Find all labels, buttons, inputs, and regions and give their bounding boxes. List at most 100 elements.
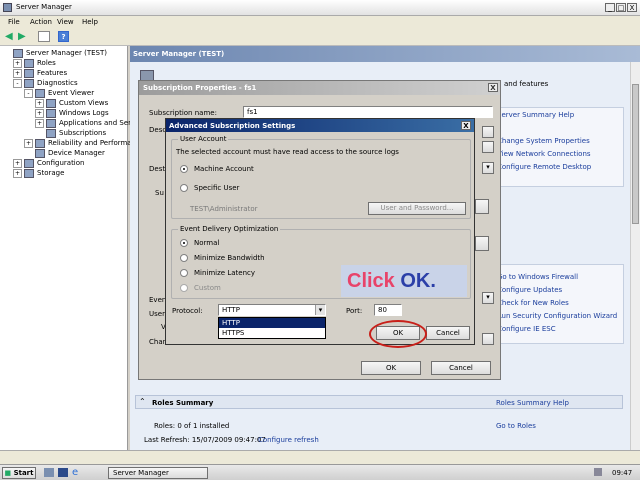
machine-account-radio[interactable]: Machine Account — [180, 165, 254, 173]
taskbar-server-manager[interactable]: Server Manager — [108, 467, 208, 479]
tree-expander-icon[interactable]: + — [35, 118, 44, 128]
sub-side-button-1[interactable] — [482, 126, 494, 138]
advanced-settings-close[interactable]: X — [461, 121, 471, 130]
security-wizard-link[interactable]: Run Security Configuration Wizard — [497, 312, 617, 320]
protocol-option-https[interactable]: HTTPS — [219, 328, 325, 338]
tree-node-icon — [24, 68, 34, 78]
advanced-cancel-button[interactable]: Cancel — [426, 326, 470, 340]
tree-item[interactable]: + Reliability and Performance — [2, 138, 145, 148]
chevron-down-icon[interactable]: ▾ — [315, 305, 325, 315]
minimize-bandwidth-radio[interactable]: Minimize Bandwidth — [180, 254, 265, 262]
subscription-name-field[interactable]: fs1 — [243, 106, 493, 118]
sub-side-button-3[interactable] — [475, 199, 489, 214]
tree-item[interactable]: + Custom Views — [2, 98, 145, 108]
tree-item[interactable]: - Diagnostics — [2, 78, 145, 88]
configure-remote-desktop-link[interactable]: Configure Remote Desktop — [497, 163, 591, 171]
protocol-select[interactable]: HTTP ▾ — [218, 304, 326, 316]
taskbar-server-manager-label: Server Manager — [113, 469, 169, 477]
tree-expander-icon[interactable]: + — [13, 158, 22, 168]
quicklaunch-powershell-icon[interactable] — [58, 468, 68, 477]
quicklaunch-server-icon[interactable] — [44, 468, 54, 477]
roles-summary-bar: ⌃ Roles Summary Roles Summary Help — [135, 395, 623, 409]
navigation-tree: Server Manager (TEST) + Roles + Features - Dia… — [2, 48, 145, 178]
roles-summary-help-link[interactable]: Roles Summary Help — [496, 399, 569, 407]
tree-expander-icon[interactable]: - — [24, 88, 33, 98]
minimize-latency-radio[interactable]: Minimize Latency — [180, 269, 255, 277]
main-scrollbar[interactable] — [630, 62, 640, 464]
window-title: Server Manager — [16, 3, 72, 11]
tree-node-icon — [35, 88, 45, 98]
minimize-latency-radio-dot[interactable] — [180, 269, 188, 277]
back-arrow-icon[interactable]: ◀ — [5, 31, 13, 42]
port-field[interactable]: 80 — [374, 304, 402, 316]
windows-logo-icon: ■ — [4, 469, 12, 477]
sub-side-dropdown[interactable]: ▾ — [482, 162, 494, 174]
tree-item[interactable]: + Storage — [2, 168, 145, 178]
tree-expander-icon[interactable]: + — [13, 58, 22, 68]
minimize-bandwidth-radio-dot[interactable] — [180, 254, 188, 262]
roles-summary-collapse-icon[interactable]: ⌃ — [139, 397, 146, 406]
configure-ie-esc-link[interactable]: Configure IE ESC — [497, 325, 556, 333]
tutorial-callout: Click OK. — [341, 265, 467, 297]
tree-item[interactable]: + Features — [2, 68, 145, 78]
main-header: Server Manager (TEST) — [130, 46, 640, 62]
tree-item[interactable]: Device Manager — [2, 148, 145, 158]
tree-item[interactable]: + Configuration — [2, 158, 145, 168]
tree-expander-icon[interactable]: + — [13, 68, 22, 78]
custom-radio: Custom — [180, 284, 221, 292]
go-to-roles-link[interactable]: Go to Roles — [496, 422, 536, 430]
tree-item[interactable]: + Windows Logs — [2, 108, 145, 118]
machine-account-radio-dot[interactable] — [180, 165, 188, 173]
tree-item-label: Diagnostics — [37, 79, 78, 87]
menu-action[interactable]: Action — [30, 18, 52, 26]
scrollbar-thumb[interactable] — [632, 84, 639, 224]
console-tree-icon[interactable] — [38, 31, 50, 42]
view-network-connections-link[interactable]: View Network Connections — [497, 150, 591, 158]
user-password-button[interactable]: User and Password... — [368, 202, 466, 215]
configure-refresh-link[interactable]: Configure refresh — [258, 436, 319, 444]
subscription-type-label: Su — [155, 189, 164, 197]
tree-item[interactable]: Subscriptions — [2, 128, 145, 138]
maximize-button[interactable]: □ — [616, 3, 626, 12]
tree-item[interactable]: Server Manager (TEST) — [2, 48, 145, 58]
configure-updates-link[interactable]: Configure Updates — [497, 286, 562, 294]
close-button[interactable]: X — [627, 3, 637, 12]
tree-expander-icon[interactable]: + — [24, 138, 33, 148]
menu-file[interactable]: File — [8, 18, 20, 26]
forward-arrow-icon[interactable]: ▶ — [18, 31, 26, 42]
tree-expander-icon[interactable]: + — [35, 98, 44, 108]
subscription-properties-titlebar: Subscription Properties - fs1 X — [139, 81, 500, 95]
tray-network-icon[interactable] — [594, 468, 602, 476]
quicklaunch-ie-icon[interactable]: e — [72, 467, 78, 478]
tree-expander-icon[interactable]: + — [13, 168, 22, 178]
tree-item[interactable]: + Applications and Service — [2, 118, 145, 128]
sub-side-button-5[interactable] — [482, 333, 494, 345]
protocol-option-http[interactable]: HTTP — [219, 318, 325, 328]
change-system-properties-link[interactable]: Change System Properties — [497, 137, 590, 145]
sub-side-dropdown-2[interactable]: ▾ — [482, 292, 494, 304]
minimize-button[interactable]: _ — [605, 3, 615, 12]
help-icon[interactable]: ? — [58, 31, 69, 42]
normal-radio-dot[interactable] — [180, 239, 188, 247]
specific-user-radio[interactable]: Specific User — [180, 184, 239, 192]
menu-view[interactable]: View — [57, 18, 74, 26]
subscription-ok-button[interactable]: OK — [361, 361, 421, 375]
check-new-roles-link[interactable]: Check for New Roles — [497, 299, 569, 307]
tree-node-icon — [13, 48, 23, 58]
server-summary-help-link[interactable]: Server Summary Help — [497, 111, 574, 119]
subscription-cancel-button[interactable]: Cancel — [431, 361, 491, 375]
windows-firewall-link[interactable]: Go to Windows Firewall — [497, 273, 578, 281]
tree-expander-icon[interactable]: + — [35, 108, 44, 118]
subscription-properties-close[interactable]: X — [488, 83, 498, 92]
sub-side-button-2[interactable] — [482, 141, 494, 153]
ok-highlight-ring — [369, 320, 427, 348]
start-button[interactable]: ■ Start — [2, 467, 36, 479]
tree-item[interactable]: - Event Viewer — [2, 88, 145, 98]
right-text: and features — [504, 80, 549, 88]
sub-side-button-4[interactable] — [475, 236, 489, 251]
normal-radio[interactable]: Normal — [180, 239, 219, 247]
specific-user-radio-dot[interactable] — [180, 184, 188, 192]
tree-expander-icon[interactable]: - — [13, 78, 22, 88]
tree-item[interactable]: + Roles — [2, 58, 145, 68]
menu-help[interactable]: Help — [82, 18, 98, 26]
